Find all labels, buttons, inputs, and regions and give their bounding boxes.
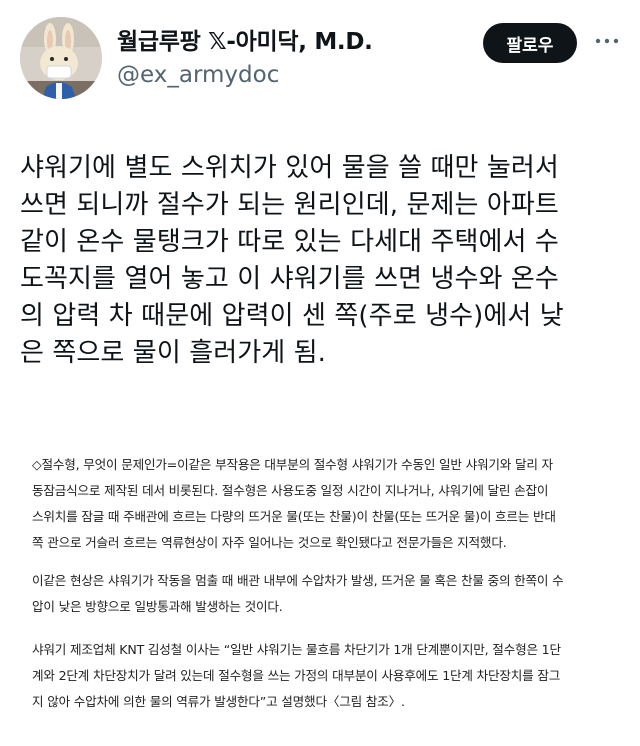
article-line: 압이 낮은 방향으로 일방통과해 발생하는 것이다.: [32, 599, 283, 614]
tweet-line: 샤워기에 별도 스위치가 있어 물을 쓸 때만 눌러서: [20, 153, 559, 183]
avatar[interactable]: [20, 17, 102, 99]
tweet-line: 쓰면 되니까 절수가 되는 원리인데, 문제는 아파트: [20, 190, 559, 220]
article-line: 스위치를 잠글 때 주배관에 흐르는 다량의 뜨거운 물(또는 찬물)이 찬물(…: [32, 509, 556, 524]
author-name-row[interactable]: 월급루팡 𝕏-아미닥, M.D.: [117, 22, 373, 56]
article-paragraph: 샤워기 제조업체 KNT 김성철 이사는 “일반 샤워기는 물흐름 차단기가 1…: [32, 637, 622, 715]
article-line: 동잠금식으로 제작된 데서 비롯된다. 절수형은 사용도중 일정 시간이 지나거…: [32, 483, 549, 498]
tweet-line: 같이 온수 물탱크가 따로 있는 다세대 주택에서 수: [20, 227, 559, 257]
author-display-name[interactable]: 월급루팡 𝕏-아미닥, M.D.: [117, 22, 373, 56]
article-line: 쪽 관으로 거슬러 흐르는 역류현상이 자주 일어나는 것으로 확인됐다고 전문…: [32, 535, 507, 550]
tweet-line: 의 압력 차 때문에 압력이 센 쪽(주로 냉수)에서 낮: [20, 301, 564, 331]
tweet-text: 샤워기에 별도 스위치가 있어 물을 쓸 때만 눌러서 쓰면 되니까 절수가 되…: [20, 150, 625, 372]
article-paragraph: 이같은 현상은 샤워기가 작동을 멈출 때 배관 내부에 수압차가 발생, 뜨거…: [32, 568, 622, 620]
more-options-button[interactable]: [594, 30, 620, 52]
article-paragraph: ◇절수형, 무엇이 문제인가=이같은 부작용은 대부분의 절수형 샤워기가 수동…: [32, 452, 622, 556]
follow-button[interactable]: 팔로우: [483, 23, 577, 63]
article-line: 지 않아 수압차에 의한 물의 역류가 발생한다”고 설명했다〈그림 참조〉.: [32, 694, 405, 709]
article-line: 이같은 현상은 샤워기가 작동을 멈출 때 배관 내부에 수압차가 발생, 뜨거…: [32, 573, 564, 588]
article-line: 계와 2단계 차단장치가 달려 있는데 절수형을 쓰는 가정의 대부분이 사용후…: [32, 668, 561, 683]
attached-article-image[interactable]: ◇절수형, 무엇이 문제인가=이같은 부작용은 대부분의 절수형 샤워기가 수동…: [20, 443, 622, 746]
article-line: 샤워기 제조업체 KNT 김성철 이사는 “일반 샤워기는 물흐름 차단기가 1…: [32, 642, 561, 657]
plush-bunny-avatar: [20, 17, 102, 99]
tweet-line: 은 쪽으로 물이 흘러가게 됨.: [20, 338, 327, 368]
article-line: ◇절수형, 무엇이 문제인가=이같은 부작용은 대부분의 절수형 샤워기가 수동…: [32, 457, 553, 472]
author-handle[interactable]: @ex_armydoc: [117, 62, 279, 88]
tweet-line: 도꼭지를 열어 놓고 이 샤워기를 쓰면 냉수와 온수: [20, 264, 559, 294]
more-horizontal-icon: [595, 38, 619, 44]
